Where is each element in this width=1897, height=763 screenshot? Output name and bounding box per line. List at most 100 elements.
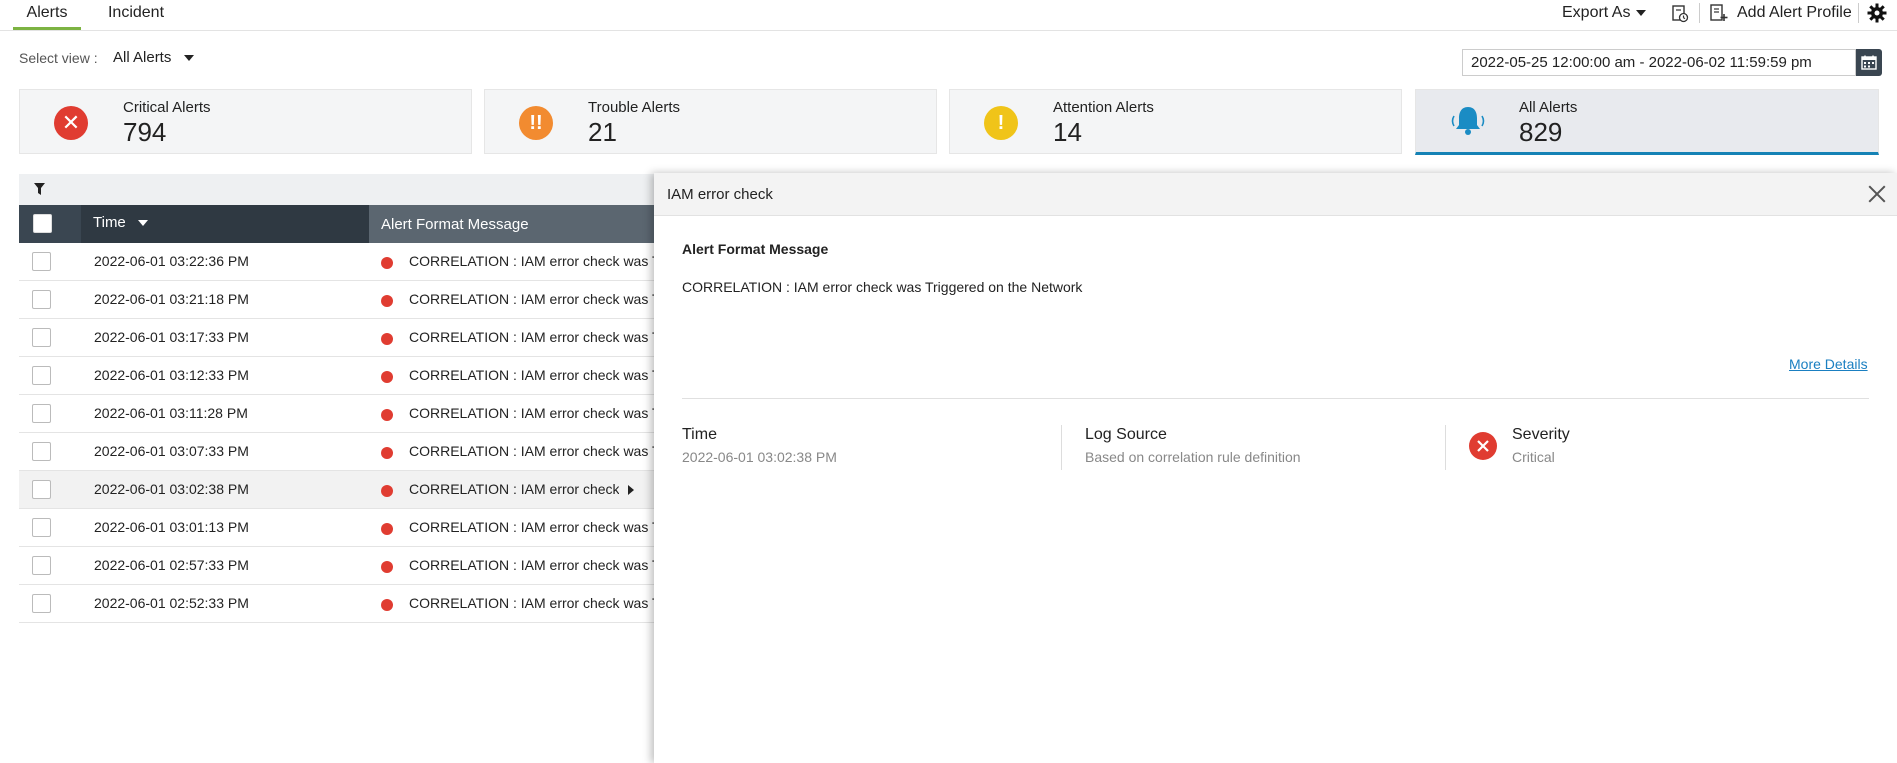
select-all-cell xyxy=(19,205,81,243)
select-view-label: Select view : xyxy=(19,50,98,66)
table-row[interactable]: 2022-06-01 03:01:13 PM CORRELATION : IAM… xyxy=(19,509,659,547)
row-checkbox[interactable] xyxy=(32,328,51,347)
alert-format-message-value: CORRELATION : IAM error check was Trigge… xyxy=(682,279,1083,295)
row-checkbox[interactable] xyxy=(32,366,51,385)
row-checkbox[interactable] xyxy=(32,404,51,423)
sort-down-icon xyxy=(137,220,148,227)
top-tab-bar: Alerts Incident Export As Add Alert Prof… xyxy=(0,0,1897,31)
row-message: CORRELATION : IAM error check was T xyxy=(409,519,659,535)
scheduled-report-icon[interactable] xyxy=(1671,5,1689,23)
attention-icon: ! xyxy=(984,106,1018,140)
card-label: All Alerts xyxy=(1519,99,1578,116)
add-alert-profile-button[interactable]: Add Alert Profile xyxy=(1709,0,1852,26)
card-count: 829 xyxy=(1519,117,1563,147)
select-all-checkbox[interactable] xyxy=(33,214,52,233)
severity-dot-icon xyxy=(381,371,393,383)
row-checkbox[interactable] xyxy=(32,594,51,613)
row-message: CORRELATION : IAM error check ' xyxy=(409,481,619,497)
row-time: 2022-06-01 03:02:38 PM xyxy=(94,481,249,497)
log-source-label: Log Source xyxy=(1085,426,1167,443)
alert-detail-panel: IAM error check Alert Format Message COR… xyxy=(654,173,1897,763)
time-column-header[interactable]: Time xyxy=(81,205,369,243)
table-row[interactable]: 2022-06-01 03:07:33 PM CORRELATION : IAM… xyxy=(19,433,659,471)
row-time: 2022-06-01 03:07:33 PM xyxy=(94,443,249,459)
log-source-value: Based on correlation rule definition xyxy=(1085,449,1301,465)
severity-label: Severity xyxy=(1512,426,1570,443)
alert-format-message-label: Alert Format Message xyxy=(682,241,829,257)
table-header: Time Alert Format Message xyxy=(19,205,659,243)
severity-dot-icon xyxy=(381,523,393,535)
tab-alerts[interactable]: Alerts xyxy=(13,0,81,30)
chevron-down-icon xyxy=(1636,10,1647,16)
expand-arrow-icon[interactable] xyxy=(628,485,634,495)
critical-alerts-card[interactable]: ✕ Critical Alerts 794 xyxy=(19,89,472,154)
meta-divider xyxy=(1445,425,1446,470)
row-message: CORRELATION : IAM error check was T xyxy=(409,291,659,307)
chevron-down-icon xyxy=(183,55,194,62)
severity-dot-icon xyxy=(381,561,393,573)
row-time: 2022-06-01 03:22:36 PM xyxy=(94,253,249,269)
panel-title: IAM error check xyxy=(667,186,773,203)
time-column-label: Time xyxy=(93,214,126,231)
gear-icon[interactable] xyxy=(1867,3,1887,23)
severity-value: Critical xyxy=(1512,449,1555,465)
calendar-icon xyxy=(1861,55,1877,70)
close-icon[interactable] xyxy=(1866,183,1888,205)
table-row[interactable]: 2022-06-01 02:57:33 PM CORRELATION : IAM… xyxy=(19,547,659,585)
export-as-button[interactable]: Export As xyxy=(1562,0,1647,26)
alerts-table-body: 2022-06-01 03:22:36 PM CORRELATION : IAM… xyxy=(19,243,659,623)
row-time: 2022-06-01 02:52:33 PM xyxy=(94,595,249,611)
severity-dot-icon xyxy=(381,409,393,421)
severity-dot-icon xyxy=(381,295,393,307)
trouble-alerts-card[interactable]: !! Trouble Alerts 21 xyxy=(484,89,937,154)
table-row-selected[interactable]: 2022-06-01 03:02:38 PM CORRELATION : IAM… xyxy=(19,471,659,509)
card-count: 794 xyxy=(123,117,167,147)
row-checkbox[interactable] xyxy=(32,518,51,537)
more-details-link[interactable]: More Details xyxy=(1789,356,1868,372)
meta-divider xyxy=(1061,425,1062,470)
table-row[interactable]: 2022-06-01 03:17:33 PM CORRELATION : IAM… xyxy=(19,319,659,357)
select-view-dropdown[interactable]: All Alerts xyxy=(113,49,194,66)
select-view-value: All Alerts xyxy=(113,49,172,66)
severity-dot-icon xyxy=(381,447,393,459)
row-checkbox[interactable] xyxy=(32,480,51,499)
table-row[interactable]: 2022-06-01 02:52:33 PM CORRELATION : IAM… xyxy=(19,585,659,623)
toolbar-divider xyxy=(1699,3,1700,23)
attention-alerts-card[interactable]: ! Attention Alerts 14 xyxy=(949,89,1402,154)
calendar-button[interactable] xyxy=(1856,49,1882,76)
message-column-header[interactable]: Alert Format Message xyxy=(369,205,659,243)
row-time: 2022-06-01 03:12:33 PM xyxy=(94,367,249,383)
row-message: CORRELATION : IAM error check was T xyxy=(409,253,659,269)
row-message: CORRELATION : IAM error check was T xyxy=(409,443,659,459)
export-as-label: Export As xyxy=(1562,4,1631,21)
panel-header: IAM error check xyxy=(654,173,1897,216)
critical-severity-icon xyxy=(1469,432,1497,460)
severity-dot-icon xyxy=(381,257,393,269)
table-row[interactable]: 2022-06-01 03:21:18 PM CORRELATION : IAM… xyxy=(19,281,659,319)
row-checkbox[interactable] xyxy=(32,290,51,309)
row-time: 2022-06-01 02:57:33 PM xyxy=(94,557,249,573)
table-row[interactable]: 2022-06-01 03:11:28 PM CORRELATION : IAM… xyxy=(19,395,659,433)
card-label: Critical Alerts xyxy=(123,99,211,116)
tab-incident[interactable]: Incident xyxy=(103,0,169,30)
row-checkbox[interactable] xyxy=(32,442,51,461)
row-checkbox[interactable] xyxy=(32,252,51,271)
card-label: Trouble Alerts xyxy=(588,99,680,116)
all-alerts-card[interactable]: All Alerts 829 xyxy=(1415,89,1879,155)
table-row[interactable]: 2022-06-01 03:12:33 PM CORRELATION : IAM… xyxy=(19,357,659,395)
table-row[interactable]: 2022-06-01 03:22:36 PM CORRELATION : IAM… xyxy=(19,243,659,281)
card-count: 21 xyxy=(588,117,617,147)
row-checkbox[interactable] xyxy=(32,556,51,575)
severity-dot-icon xyxy=(381,333,393,345)
row-time: 2022-06-01 03:11:28 PM xyxy=(94,405,248,421)
critical-icon: ✕ xyxy=(54,106,88,140)
card-count: 14 xyxy=(1053,117,1082,147)
date-range-input[interactable]: 2022-05-25 12:00:00 am - 2022-06-02 11:5… xyxy=(1462,49,1856,76)
toolbar-divider xyxy=(1858,3,1859,23)
filter-bar xyxy=(19,174,659,205)
time-value: 2022-06-01 03:02:38 PM xyxy=(682,449,837,465)
filter-icon[interactable] xyxy=(34,183,45,196)
row-time: 2022-06-01 03:21:18 PM xyxy=(94,291,249,307)
row-message: CORRELATION : IAM error check was T xyxy=(409,367,659,383)
row-message: CORRELATION : IAM error check was T xyxy=(409,405,659,421)
